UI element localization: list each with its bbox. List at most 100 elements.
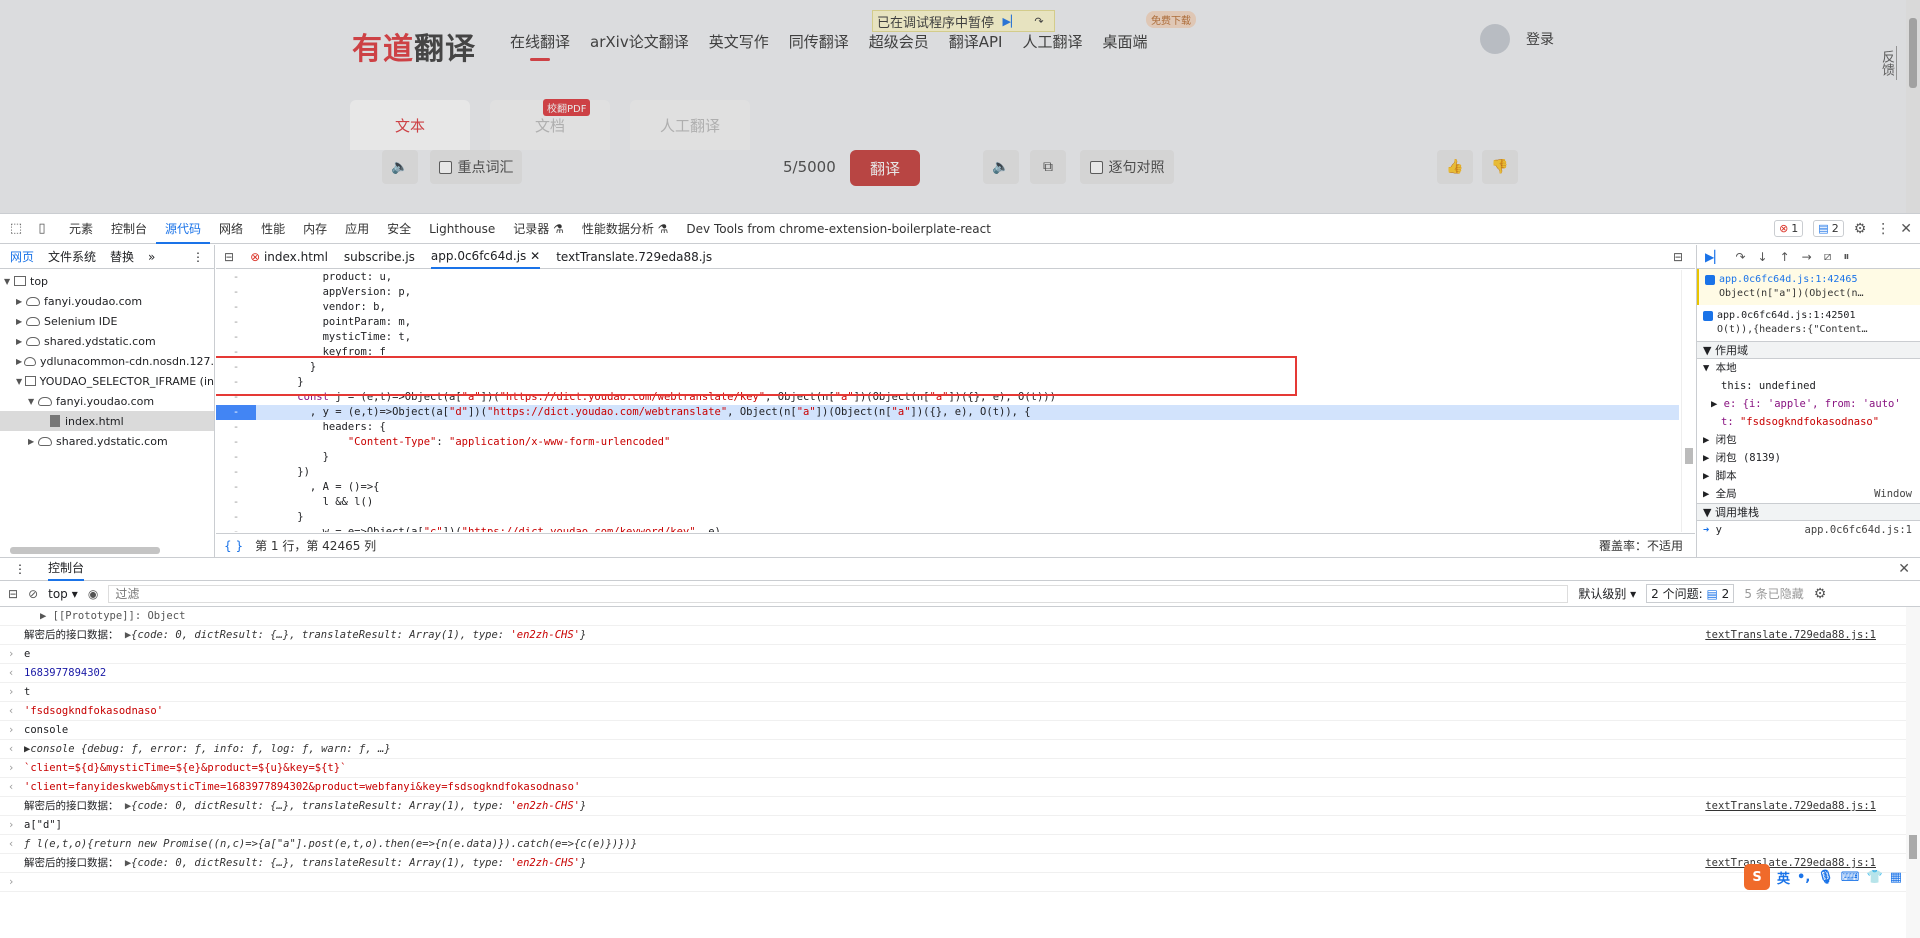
code-lines[interactable]: - product: u, - appVersion: p, - vendor: b… <box>216 270 1679 532</box>
close-tab-icon[interactable]: ✕ <box>530 249 540 263</box>
toggle-navigator-icon[interactable]: ⊟ <box>224 250 234 264</box>
deactivate-breakpoints-icon[interactable]: ⧄ <box>1824 249 1832 264</box>
resume-icon[interactable]: ▶▏ <box>1705 250 1723 264</box>
feedback-button[interactable]: 反馈 <box>1879 50 1896 76</box>
pretty-print-icon[interactable]: { } <box>224 539 243 553</box>
console-row[interactable]: › `client=${d}&mysticTime=${e}&product=${… <box>0 759 1906 778</box>
line-gutter[interactable]: - <box>216 450 256 465</box>
ime-keyboard-icon[interactable]: ⌨ <box>1841 870 1860 885</box>
code-line[interactable]: - product: u, <box>216 270 1679 285</box>
source-link[interactable]: textTranslate.729eda88.js:1 <box>1705 626 1876 644</box>
line-gutter[interactable]: - <box>216 285 256 300</box>
tab-network[interactable]: 网络 <box>210 214 252 244</box>
translate-button[interactable]: 翻译 <box>850 150 920 186</box>
console-row[interactable]: › e <box>0 645 1906 664</box>
tab-elements[interactable]: 元素 <box>60 214 102 244</box>
line-gutter[interactable]: - <box>216 315 256 330</box>
editor-tab-index[interactable]: ⊗ index.html <box>250 250 328 264</box>
console-row[interactable]: ‹ ƒ l(e,t,o){return new Promise((n,c)=>{a… <box>0 835 1906 854</box>
tree-item[interactable]: index.html <box>0 411 214 431</box>
code-line[interactable]: - } <box>216 375 1679 390</box>
ime-punct-icon[interactable]: •, <box>1797 870 1810 885</box>
code-line[interactable]: - appVersion: p, <box>216 285 1679 300</box>
nav-tab-overrides[interactable]: 替换 <box>110 248 134 265</box>
message-counter[interactable]: ▤ 2 <box>1813 220 1844 237</box>
tree-item[interactable]: ▶ ydlunacommon-cdn.nosdn.127. <box>0 351 214 371</box>
nav-online-translate[interactable]: 在线翻译 <box>510 31 570 61</box>
code-line[interactable]: - } <box>216 450 1679 465</box>
console-row[interactable]: 解密后的接口数据： ▶{code: 0, dictResult: {…}, tr… <box>0 626 1906 645</box>
breakpoint-item[interactable]: app.0c6fc64d.js:1:42465 Object(n["a"])(O… <box>1697 269 1920 305</box>
line-gutter[interactable]: - <box>216 525 256 532</box>
navigator-hscroll-thumb[interactable] <box>10 547 160 554</box>
console-vscroll[interactable] <box>1906 607 1920 938</box>
editor-tab-subscribe[interactable]: subscribe.js <box>344 250 415 264</box>
console-output[interactable]: ▶ [[Prototype]]: Object 解密后的接口数据： ▶{code:… <box>0 607 1906 938</box>
youdao-logo[interactable]: 有道翻译 <box>352 24 476 68</box>
breakpoint-item[interactable]: app.0c6fc64d.js:1:42501 O(t)),{headers:{… <box>1697 305 1920 341</box>
code-line[interactable]: - , A = ()=>{ <box>216 480 1679 495</box>
tab-human[interactable]: 人工翻译 <box>630 100 750 150</box>
tree-item[interactable]: ▼ fanyi.youdao.com <box>0 391 214 411</box>
line-gutter[interactable]: - <box>216 420 256 435</box>
code-line[interactable]: - pointParam: m, <box>216 315 1679 330</box>
tab-performance[interactable]: 性能 <box>252 214 294 244</box>
tab-security[interactable]: 安全 <box>378 214 420 244</box>
nav-vip[interactable]: 超级会员 <box>869 31 929 52</box>
nav-desktop[interactable]: 桌面端 <box>1103 31 1148 52</box>
scope-section-header[interactable]: ▼ 作用域 <box>1697 341 1920 359</box>
code-line[interactable]: - , y = (e,t)=>Object(a["d"])("https://d… <box>216 405 1679 420</box>
nav-api[interactable]: 翻译API <box>949 31 1003 52</box>
scope-var-e[interactable]: ▶ e: {i: 'apple', from: 'auto' <box>1697 395 1920 413</box>
code-line[interactable]: - keyfrom: f <box>216 345 1679 360</box>
nav-tab-filesystem[interactable]: 文件系统 <box>48 248 96 265</box>
line-gutter[interactable]: - <box>216 300 256 315</box>
line-gutter[interactable]: - <box>216 270 256 285</box>
tree-item[interactable]: ▼ YOUDAO_SELECTOR_IFRAME (in <box>0 371 214 391</box>
speaker-icon[interactable]: 🔈 <box>382 150 418 184</box>
line-gutter[interactable]: - <box>216 390 256 405</box>
code-line[interactable]: - , w = e=>Object(a["c"])("https://dict.… <box>216 525 1679 532</box>
live-expression-eye-icon[interactable]: ◉ <box>88 587 98 601</box>
console-row[interactable]: › a["d"] <box>0 816 1906 835</box>
key-vocab-toggle[interactable]: 重点词汇 <box>430 150 522 184</box>
log-levels-dropdown[interactable]: 默认级别 ▾ <box>1578 585 1636 602</box>
ime-mic-icon[interactable]: 🎙 <box>1817 870 1834 885</box>
page-scrollbar[interactable] <box>1906 0 1920 213</box>
line-gutter[interactable]: - <box>216 360 256 375</box>
tab-text[interactable]: 文本 <box>350 100 470 150</box>
expand-right-icon[interactable]: ▶ <box>16 317 26 326</box>
code-line[interactable]: - const j = (e,t)=>Object(a["a"])("https… <box>216 390 1679 405</box>
closure-scope-2[interactable]: ▶ 闭包 (8139) <box>1697 449 1920 467</box>
code-line[interactable]: - vendor: b, <box>216 300 1679 315</box>
login-link[interactable]: 登录 <box>1526 29 1554 49</box>
toggle-debugger-icon[interactable]: ⊟ <box>1673 250 1683 264</box>
step-into-icon[interactable]: ↓ <box>1758 250 1768 264</box>
sentence-compare-toggle[interactable]: 逐句对照 <box>1080 150 1174 184</box>
ime-skin-icon[interactable]: 👕 <box>1867 870 1883 885</box>
expand-down-icon[interactable]: ▼ <box>16 377 25 386</box>
code-line[interactable]: - }) <box>216 465 1679 480</box>
callstack-section-header[interactable]: ▼ 调用堆栈 <box>1697 503 1920 521</box>
code-line[interactable]: - "Content-Type": "application/x-www-for… <box>216 435 1679 450</box>
drawer-menu-icon[interactable]: ⋮ <box>14 562 26 576</box>
nav-human[interactable]: 人工翻译 <box>1022 31 1082 52</box>
source-link[interactable]: textTranslate.729eda88.js:1 <box>1705 797 1876 815</box>
line-gutter[interactable]: - <box>216 510 256 525</box>
line-gutter[interactable]: - <box>216 465 256 480</box>
expand-right-icon[interactable]: ▶ <box>16 297 26 306</box>
step-over-icon[interactable]: ↷ <box>1735 250 1745 264</box>
local-scope-header[interactable]: ▼ 本地 <box>1697 359 1920 377</box>
expand-right-icon[interactable]: ▶ <box>16 357 24 366</box>
tree-item[interactable]: ▶ shared.ydstatic.com <box>0 431 214 451</box>
nav-arxiv[interactable]: arXiv论文翻译 <box>590 31 689 52</box>
nav-tab-page[interactable]: 网页 <box>10 248 34 265</box>
paused-line-marker[interactable]: - <box>216 405 256 420</box>
error-counter[interactable]: ⊗ 1 <box>1774 220 1804 237</box>
sidebar-toggle-icon[interactable]: ⊟ <box>8 587 18 601</box>
code-line[interactable]: - } <box>216 510 1679 525</box>
user-area[interactable]: 登录 <box>1480 24 1554 54</box>
tree-item[interactable]: ▶ Selenium IDE <box>0 311 214 331</box>
console-row[interactable]: › t <box>0 683 1906 702</box>
ime-apps-icon[interactable]: ▦ <box>1890 870 1902 885</box>
